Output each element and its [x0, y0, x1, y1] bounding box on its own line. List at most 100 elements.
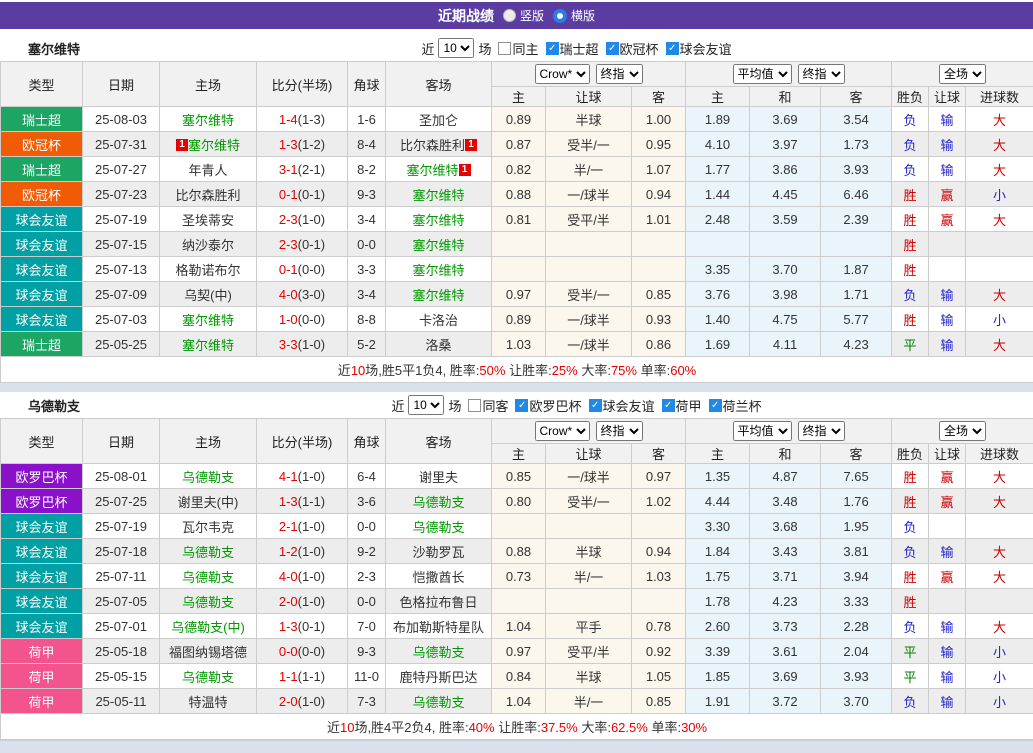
half-time-score: (0-0): [298, 262, 325, 277]
full-time-score: 2-3: [279, 237, 298, 252]
average-select[interactable]: 平均值: [733, 64, 792, 84]
match-row: 球会友谊25-07-09乌契(中)4-0(3-0)3-4塞尔维特0.97受半/一…: [1, 282, 1033, 307]
average-select[interactable]: 平均值: [733, 421, 792, 441]
scope-select[interactable]: 全场: [939, 421, 986, 441]
bookmaker-time-select[interactable]: 终指: [596, 64, 643, 84]
away-team-name: 塞尔维特: [412, 238, 464, 253]
bookmaker-odds-group: Crow* 终指: [492, 62, 686, 87]
crow-handicap: 平手: [546, 614, 632, 639]
avg-draw-odds: 3.69: [750, 107, 821, 132]
recent-count-select[interactable]: 10: [408, 395, 444, 415]
average-time-select[interactable]: 终指: [798, 421, 845, 441]
title-bar: 近期战绩 竖版 横版: [0, 2, 1033, 29]
crow-handicap: [546, 514, 632, 539]
red-card-badge: 1: [459, 164, 471, 176]
checkbox-league-1[interactable]: [589, 399, 602, 412]
crow-away-odds: 0.92: [632, 639, 686, 664]
away-team-cell: 乌德勒支: [386, 489, 492, 514]
checkbox-same-venue[interactable]: [468, 399, 481, 412]
score-cell: 0-0(0-0): [257, 639, 348, 664]
match-row: 球会友谊25-07-11乌德勒支4-0(1-0)2-3恺撒酋长0.73半/一1.…: [1, 564, 1033, 589]
summary-segment: 单率:: [648, 720, 681, 735]
crow-handicap: 半球: [546, 539, 632, 564]
bookmaker-select[interactable]: Crow*: [535, 64, 590, 84]
crow-handicap: [546, 257, 632, 282]
full-time-score: 2-3: [279, 212, 298, 227]
scope-group: 全场: [892, 419, 1033, 444]
corner-score: 9-3: [348, 182, 386, 207]
checkbox-league-2[interactable]: [666, 42, 679, 55]
home-team-cell: 比尔森胜利: [160, 182, 257, 207]
summary-segment: 62.5%: [611, 720, 648, 735]
corner-score: 0-0: [348, 589, 386, 614]
bookmaker-time-select[interactable]: 终指: [596, 421, 643, 441]
result-outcome: 平: [892, 332, 929, 357]
team-name: 塞尔维特: [28, 39, 80, 58]
result-handicap: 赢: [929, 564, 966, 589]
bookmaker-select[interactable]: Crow*: [535, 421, 590, 441]
crow-home-odds: 0.89: [492, 307, 546, 332]
checkbox-league-0[interactable]: [546, 42, 559, 55]
avg-draw-odds: 3.97: [750, 132, 821, 157]
average-time-select[interactable]: 终指: [798, 64, 845, 84]
corner-score: 1-6: [348, 107, 386, 132]
match-date: 25-08-01: [83, 464, 160, 489]
subheader-4: 和: [750, 444, 821, 464]
away-team-name: 恺撒酋长: [412, 570, 464, 585]
result-goals: 小: [966, 689, 1033, 714]
radio-horizontal-icon[interactable]: [553, 9, 567, 23]
crow-home-odds: 0.84: [492, 664, 546, 689]
league-type-badge: 球会友谊: [1, 564, 83, 589]
home-team-name: 乌德勒支: [182, 570, 234, 585]
league-type-badge: 欧罗巴杯: [1, 489, 83, 514]
checkbox-league-1[interactable]: [606, 42, 619, 55]
result-goals: 大: [966, 564, 1033, 589]
result-goals: 小: [966, 664, 1033, 689]
header-col-home: 主场: [160, 62, 257, 107]
checkbox-league-3[interactable]: [709, 399, 722, 412]
summary-segment: 近: [327, 720, 340, 735]
recent-count-select[interactable]: 10: [438, 38, 474, 58]
full-time-score: 0-1: [279, 262, 298, 277]
league-type-badge: 球会友谊: [1, 207, 83, 232]
corner-score: 3-6: [348, 489, 386, 514]
radio-vertical-icon[interactable]: [503, 9, 516, 22]
result-goals: 大: [966, 464, 1033, 489]
crow-home-odds: 0.85: [492, 464, 546, 489]
result-handicap: 赢: [929, 182, 966, 207]
checkbox-league-2[interactable]: [662, 399, 675, 412]
home-team-name: 塞尔维特: [188, 138, 240, 153]
home-team-name: 塞尔维特: [182, 313, 234, 328]
summary-segment: 单率:: [637, 363, 670, 378]
avg-home-odds: 1.84: [686, 539, 750, 564]
layout-option-vertical[interactable]: 竖版: [503, 7, 544, 24]
league-filter-label: 球会友谊: [603, 396, 655, 415]
avg-draw-odds: 4.45: [750, 182, 821, 207]
crow-handicap: 一/球半: [546, 332, 632, 357]
match-date: 25-07-01: [83, 614, 160, 639]
crow-away-odds: 0.95: [632, 132, 686, 157]
avg-home-odds: 3.35: [686, 257, 750, 282]
subheader-6: 胜负: [892, 444, 929, 464]
corner-score: 3-4: [348, 282, 386, 307]
crow-away-odds: 0.86: [632, 332, 686, 357]
away-team-cell: 恺撒酋长: [386, 564, 492, 589]
header-col-away: 客场: [386, 62, 492, 107]
half-time-score: (1-0): [298, 569, 325, 584]
away-team-cell: 塞尔维特: [386, 257, 492, 282]
checkbox-same-venue[interactable]: [498, 42, 511, 55]
avg-draw-odds: 3.71: [750, 564, 821, 589]
crow-handicap: 半/一: [546, 689, 632, 714]
subheader-0: 主: [492, 444, 546, 464]
crow-away-odds: 1.02: [632, 489, 686, 514]
match-row: 荷甲25-05-15乌德勒支1-1(1-1)11-0鹿特丹斯巴达0.84半球1.…: [1, 664, 1033, 689]
layout-option-horizontal[interactable]: 横版: [553, 7, 595, 24]
bottom-band: [0, 740, 1033, 753]
subheader-7: 让球: [929, 87, 966, 107]
corner-score: 6-4: [348, 464, 386, 489]
checkbox-league-0[interactable]: [515, 399, 528, 412]
crow-handicap: 半球: [546, 664, 632, 689]
score-cell: 2-0(1-0): [257, 589, 348, 614]
result-goals: [966, 257, 1033, 282]
scope-select[interactable]: 全场: [939, 64, 986, 84]
